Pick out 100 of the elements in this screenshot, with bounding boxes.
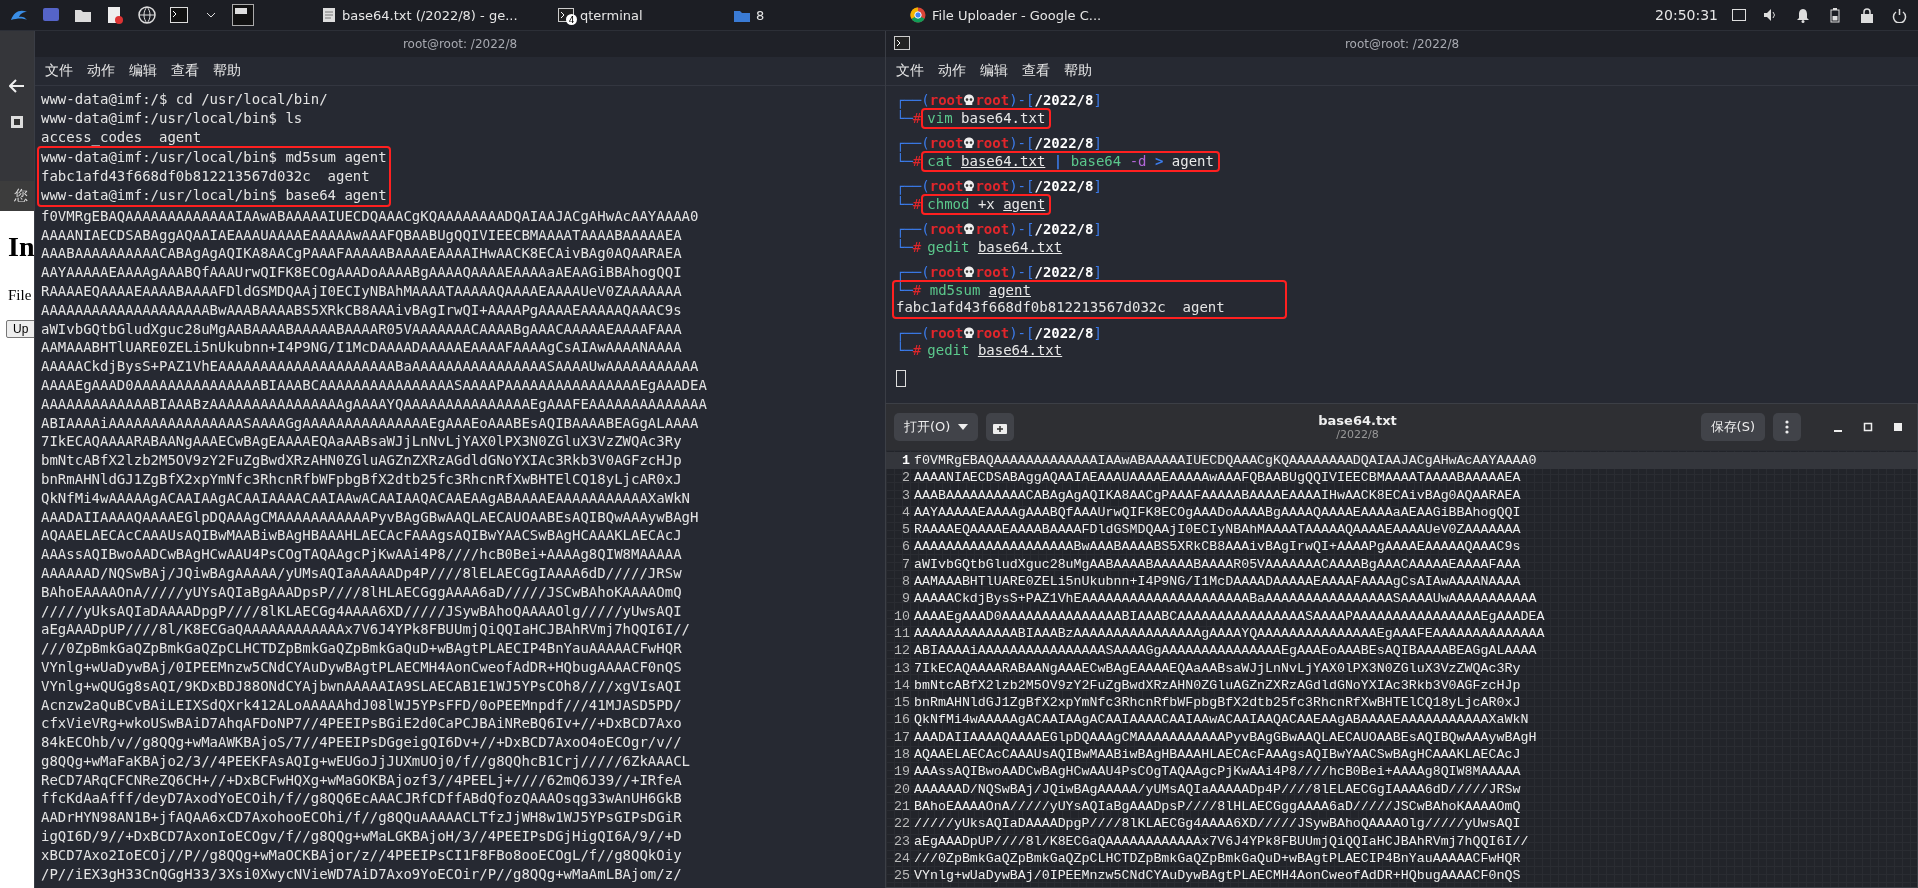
menu-item[interactable]: 帮助 (213, 62, 241, 80)
code-line: f0VMRgEBAQAAAAAAAAAAAAAIAAwABAAAAAIUECDQAAACgKQAAAAAAAADQAIAAJACgAHwAcAAYAAAA0 (914, 452, 1537, 470)
menu-item[interactable]: 帮助 (1064, 62, 1092, 80)
prompt-frame: )-[ (1009, 221, 1035, 237)
save-button[interactable]: 保存(S) (1700, 413, 1765, 441)
terminal-line: AAAAACkdjBysS+PAZ1VhEAAAAAAAAAAAAAAAAAAAAABaAAAAAAAAAAAAAAAASAAAAUwAAAAAAAAAAA (41, 357, 700, 376)
prompt-symbol: # (912, 281, 922, 298)
taskbar-task[interactable]: 4 qterminal (550, 0, 716, 30)
task-label: base64.txt (/2022/8) - ge... (342, 7, 518, 23)
line-number: 24 (893, 849, 911, 868)
line-number: 6 (901, 538, 911, 556)
prompt-directory: /2022/8 (1034, 221, 1094, 237)
prompt-frame: ] (1093, 264, 1102, 280)
maximize-icon (1863, 422, 1873, 432)
window-title: root@root: /2022/8 (1344, 37, 1460, 51)
prompt-frame: └─ (896, 152, 913, 170)
line-number: 11 (893, 624, 911, 643)
prompt-frame: ] (1093, 221, 1102, 237)
line-number: 22 (893, 815, 911, 833)
prompt-user: root (929, 221, 964, 237)
command-output: fabc1afd43f668df0b812213567d032c agent (896, 299, 1225, 317)
prompt-symbol: # (912, 342, 922, 360)
line-number: 15 (893, 694, 911, 712)
code-line: aWIvbGQtbGludXguc28uMgAABAAAABAAAAABAAAAR05VAAAAAAACAAAABgAAACAAAAAEAAAAFAAA (914, 555, 1521, 574)
taskbar-task[interactable]: File Uploader - Google C... (902, 0, 1178, 30)
line-number: 8 (901, 573, 911, 591)
line-number: 4 (901, 503, 911, 522)
command-text: > (1154, 152, 1164, 169)
terminal-line: aEgAAADpUP////8l/K8ECGaQAAAAAAAAAAAAx7V6J4YPk8FBUUmjQiQQIaHCJBAhRVmj7hQQI6I// (41, 620, 691, 640)
menu-item[interactable]: 编辑 (980, 62, 1008, 80)
terminal-icon (558, 8, 574, 22)
menu-item[interactable]: 动作 (938, 62, 966, 80)
menu-item[interactable]: 文件 (45, 62, 73, 80)
menu-item[interactable]: 查看 (171, 62, 199, 80)
document-path: /2022/8 (1336, 428, 1379, 441)
code-line: AAYAAAAAEAAAAgAAABQfAAAUrwQIFK8ECOgAAADoAAAABgAAAAQAAAAEAAAAaAEAAGiBBAhogQQI (914, 503, 1521, 522)
prompt-symbol: # (912, 195, 922, 213)
command-text: agent (1171, 152, 1214, 169)
code-line: QkNfMi4wAAAAAgACAAIAAgACAAIAAAACAAIAAwACAAIAAQACAAEAAgABAAAAEAAAAAAAAAAAXaWkN (914, 711, 1529, 729)
terminal-line: f0VMRgEBAQAAAAAAAAAAAAAIAAwABAAAAAIUECDQAAACgKQAAAAAAAADQAIAAJACgAHwAcAAYAAAA0 (41, 206, 700, 226)
terminal-line: AAAAAAAAAAAAAAAAAAAABwAAABAAAABS5XRkCB8AAAivBAgIrwQI+AAAAPgAAAAEAAAAAQAAAC9s (41, 300, 683, 320)
open-button[interactable]: 打开(O) (894, 413, 979, 441)
taskbar-task[interactable]: 8 (726, 0, 892, 30)
terminal-line: AAAAAAAAAAAAABIAAABzAAAAAAAAAAAAAAAAgAAAAYQAAAAAAAAAAAAAAAEgAAAFEAAAAAAAAAAAAAA (41, 394, 707, 414)
command-text: -d (1129, 152, 1147, 169)
line-number: 14 (893, 676, 911, 695)
code-line: AAAAAAD/NQSwBAj/JQiwBAgAAAAA/yUMsAQIaAAAAADp4P////8lELAECGgIAAAA6dD/////JRSw (914, 780, 1521, 798)
file-label: File (8, 287, 33, 304)
terminal-line: access_codes agent (41, 127, 203, 147)
code-line: aEgAAADpUP////8l/K8ECGaQAAAAAAAAAAAAx7V6J4YPk8FBUUmjQiQQIaHCJBAhRVmj7hQQI6I// (914, 832, 1529, 850)
prompt-frame: ┌──( (896, 324, 930, 341)
terminal-line: 84kECOhb/v//g8QQg+wMaAWKBAjoS/7//4PEEIPsDGgeigQI6Dv+//+DxBCD7AxoO4oECOgr/v// (41, 733, 683, 752)
line-number: 13 (893, 659, 911, 677)
line-number: 7 (901, 555, 911, 574)
menu-item[interactable]: 查看 (1022, 62, 1050, 80)
new-tab-button[interactable] (986, 413, 1015, 441)
code-line: AAAAAAAAAAAAABIAAABzAAAAAAAAAAAAAAAAgAAAAYQAAAAAAAAAAAAAAAEgAAAFEAAAAAAAAAAAAAA (914, 624, 1545, 643)
menu-button[interactable] (1773, 413, 1801, 441)
prompt-symbol: # (912, 152, 922, 170)
terminal-line: /P//iEX3gH33CnQGgH33/3Xsi0XwycNVieWD7AiD7Axo9YoECOir/P//g8QQg+wMaAmLBAjom/z/ (41, 864, 683, 884)
taskbar-task[interactable]: base64.txt (/2022/8) - ge... (314, 0, 540, 30)
line-number: 21 (893, 797, 911, 816)
terminal-line: Acnzw2aQuBCvBAiLEIXSdQXrk412ALoAAAAAhdJ08lWJ5YPsFFD/0oPEEMnpdf///41MJASD5PD/ (41, 695, 683, 715)
line-number: 25 (893, 867, 911, 885)
globe-icon[interactable] (136, 4, 158, 26)
menu-item[interactable]: 文件 (896, 62, 924, 80)
terminal-line: /////yUksAQIaDAAAADpgP////8lKLAECGg4AAAA6XD/////JSywBAhoQAAAAOlg/////yUwsAQI (41, 601, 683, 621)
menu-item[interactable]: 编辑 (129, 62, 157, 80)
skull-icon (963, 223, 976, 236)
command-text: md5sum (929, 281, 981, 298)
page-heading: In (8, 231, 34, 263)
terminal-line: AQAAELAECAcCAAAUsAQIBwMAABiwBAgHBAAAHLAECAcFAAAgsAQIBwYAACSwBAgHCAAAKLAECAcJ (41, 526, 683, 546)
command-text: base64.txt (961, 109, 1046, 126)
prompt-frame: ] (1093, 324, 1102, 341)
command-text: +x (977, 195, 995, 212)
menu-item[interactable]: 动作 (87, 62, 115, 80)
prompt-frame: └─ (896, 238, 913, 256)
prompt-frame: └─ (896, 281, 913, 298)
terminal-line: AAABAAAAAAAAAACABAgAgAQIKA8AACgPAAAFAAAAABAAAAEAAAAIHwAACK8ECAivBAg0AQAARAEA (41, 244, 683, 264)
task-label: File Uploader - Google C... (932, 7, 1102, 23)
document-icon (322, 7, 336, 23)
terminal-line: AAAAAAD/NQSwBAj/JQiwBAgAAAAA/yUMsAQIaAAAAADp4P////8lELAECGgIAAAA6dD/////JRSw (41, 563, 683, 583)
code-line: BAhoEAAAAOnA/////yUYsAQIaBgAAADpsP////8lHLAECGggAAAA6aD/////JSCwBAhoKAAAAOmQ (914, 797, 1521, 816)
browser-icon (910, 7, 926, 23)
workspace-preview-icon[interactable] (232, 4, 254, 26)
code-line: ABIAAAAiAAAAAAAAAAAAAAAASAAAAGgAAAAAAAAAAAAAAAEgAAAEoAAABEsAQIBAAAABEAGgALAAAA (914, 642, 1537, 660)
terminal-icon[interactable] (168, 4, 190, 26)
code-line: 7IkECAQAAAARABAANgAAAECwBAgEAAAAEQAaAABsaWJjLnNvLjYAX0lPX3N0ZGluX3VzZWQAc3Ry (914, 659, 1521, 677)
command-text: base64.txt (977, 342, 1063, 358)
code-line: bmNtcABfX2lzb2M5OV9zY2FuZgBwdXRzAHN0ZGluAGZnZXRzAGdldGNoYXIAc3Rkb3V0AGFzcHJp (914, 676, 1521, 695)
terminal-line: BAhoEAAAAOnA/////yUYsAQIaBgAAADpsP////8lHLAECGggAAAA6aD/////JSCwBAhoKAAAAOmQ (41, 582, 683, 602)
command-text: vim (927, 109, 953, 126)
prompt-frame: ┌──( (896, 178, 930, 194)
clock: 20:50:31 (1655, 7, 1718, 23)
prompt-frame: ] (1093, 178, 1102, 194)
upload-button[interactable]: Up (6, 320, 34, 338)
count-badge: 4 (566, 14, 577, 25)
code-line: ///0ZpBmkGaQZpBmkGaQZpCLHCTDZpBmkGaQZpBmkGaQuD+wBAgtPLAECIP4BnYauAAAAACFwHQR (914, 849, 1521, 868)
caret-icon (958, 424, 969, 430)
terminal-line: AAAANIAECDSABAggAQAAIAEAAAUAAAAEAAAAAwAAAFQBAABUgQQIVIEECBMAAAATAAAABAAAAAEA (41, 225, 683, 245)
